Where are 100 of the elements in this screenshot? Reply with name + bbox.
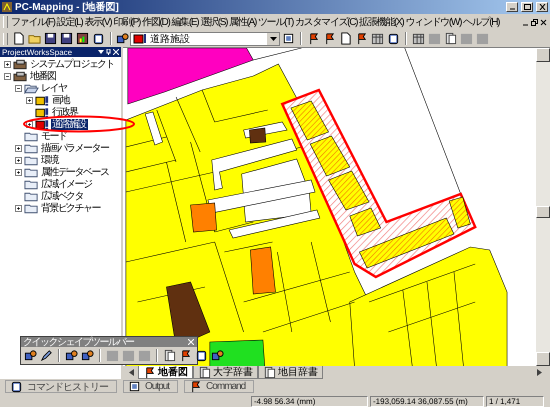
expand-icon[interactable] bbox=[15, 168, 22, 176]
panel-tab[interactable]: コマンドヒストリー bbox=[5, 380, 117, 393]
panel-title: ProjectWorksSpace bbox=[2, 48, 74, 56]
folder-icon bbox=[24, 178, 39, 190]
toolbar-button[interactable] bbox=[443, 31, 458, 46]
toolbar-button[interactable] bbox=[411, 31, 426, 46]
menu-item[interactable]: 選択(S) bbox=[199, 15, 228, 29]
parcel bbox=[250, 246, 276, 294]
dropdown-arrow-icon bbox=[270, 36, 276, 40]
status-field: -4.98 56.34 (mm) bbox=[251, 396, 368, 406]
scroll-left-icon[interactable] bbox=[129, 369, 134, 376]
close-icon[interactable] bbox=[540, 18, 547, 26]
tree-item[interactable]: 属性データベース bbox=[40, 166, 110, 178]
menu-item[interactable]: 表示(V) bbox=[83, 15, 112, 29]
parcel bbox=[190, 202, 217, 232]
table-icon bbox=[106, 349, 119, 362]
folder-icon bbox=[24, 202, 39, 214]
map-tab[interactable]: 大字辞書 bbox=[193, 366, 258, 379]
tree-item[interactable]: モード bbox=[40, 130, 68, 142]
toolbar-button[interactable] bbox=[43, 31, 58, 46]
tree-item[interactable]: 描画パラメーター bbox=[40, 142, 110, 154]
document-icon bbox=[12, 32, 25, 45]
menu-item[interactable]: ファイル(F) bbox=[10, 15, 56, 29]
book-icon bbox=[163, 349, 176, 362]
toolbar-button[interactable] bbox=[281, 31, 296, 46]
layer-icon bbox=[133, 33, 147, 44]
expand-icon[interactable] bbox=[15, 144, 22, 152]
expand-icon[interactable] bbox=[15, 204, 22, 212]
toolbar-button[interactable] bbox=[162, 348, 177, 363]
menu-item[interactable]: ウィンドウ(W) bbox=[404, 15, 462, 29]
close-icon bbox=[538, 4, 546, 10]
expand-icon[interactable] bbox=[4, 60, 11, 68]
road bbox=[144, 112, 163, 146]
folder-icon bbox=[24, 142, 39, 154]
minimize-button[interactable] bbox=[506, 2, 518, 12]
expand-icon[interactable] bbox=[26, 96, 33, 104]
status-field: 1 / 1,471 bbox=[486, 396, 544, 406]
maximize-button[interactable] bbox=[521, 2, 533, 12]
restore-icon[interactable] bbox=[531, 18, 538, 26]
menu-item[interactable]: ヘルプ(H) bbox=[462, 15, 500, 29]
layer-dropdown[interactable]: 道路施設 bbox=[130, 32, 280, 46]
tree-item[interactable]: 画地 bbox=[51, 94, 71, 106]
book-icon bbox=[263, 366, 276, 378]
menu-item[interactable]: 作図(D) bbox=[141, 15, 170, 29]
tree-item[interactable]: レイヤ bbox=[40, 82, 68, 94]
table-icon bbox=[138, 349, 151, 362]
map-tab[interactable]: 地目辞書 bbox=[258, 366, 323, 379]
shape-icon bbox=[81, 349, 94, 362]
pen-icon bbox=[40, 349, 53, 362]
toolbar-title: クイックシェイプツールバー bbox=[23, 336, 135, 349]
menu-item[interactable]: 編集(E) bbox=[170, 15, 200, 29]
tree-item[interactable]: 道路施設 bbox=[51, 118, 88, 130]
collapse-icon[interactable] bbox=[15, 84, 22, 92]
scroll-right-icon[interactable] bbox=[537, 369, 542, 376]
toolbar-button[interactable] bbox=[59, 31, 74, 46]
tree-item[interactable]: 広域イメージ bbox=[40, 178, 94, 190]
menu-item[interactable]: 設定(L) bbox=[56, 15, 84, 29]
tree-item[interactable]: システムプロジェクト bbox=[29, 58, 116, 70]
scrollbar[interactable] bbox=[536, 48, 550, 366]
map-tab[interactable]: 地番図 bbox=[138, 366, 193, 379]
shape-icon bbox=[211, 349, 224, 362]
toolbar-button[interactable] bbox=[23, 348, 38, 363]
dropdown-arrow-icon[interactable] bbox=[98, 50, 104, 54]
toolbar-button[interactable] bbox=[80, 348, 95, 363]
frame-icon bbox=[282, 32, 295, 45]
tree-item[interactable]: 広域ベクタ bbox=[40, 190, 86, 202]
tree-item[interactable]: 地番図 bbox=[29, 70, 58, 82]
collapse-icon[interactable] bbox=[4, 72, 11, 80]
frame-icon bbox=[128, 380, 141, 393]
pin-icon[interactable] bbox=[106, 49, 111, 55]
panel-tab[interactable]: Command bbox=[184, 380, 254, 393]
tree-item[interactable]: 背景ピクチャー bbox=[40, 202, 102, 214]
table-icon bbox=[122, 349, 135, 362]
menu-item[interactable]: 拡張機能(X) bbox=[358, 15, 404, 29]
tree-item[interactable]: 行政界 bbox=[51, 106, 80, 118]
table-icon bbox=[371, 32, 384, 45]
menu-item[interactable]: ツール(T) bbox=[257, 15, 294, 29]
menu-item[interactable]: カスタマイズ(C) bbox=[294, 15, 358, 29]
table-icon bbox=[476, 32, 489, 45]
project-icon bbox=[13, 58, 28, 70]
close-button[interactable] bbox=[536, 2, 548, 12]
toolbar-button[interactable] bbox=[210, 348, 225, 363]
tree-item[interactable]: 環境 bbox=[40, 154, 60, 166]
table-icon bbox=[428, 32, 441, 45]
toolbar-button[interactable] bbox=[370, 31, 385, 46]
menu-item[interactable]: 印刷(P) bbox=[112, 15, 142, 29]
shape-icon bbox=[24, 349, 37, 362]
shape-icon bbox=[116, 32, 129, 45]
folder-icon bbox=[24, 82, 39, 94]
toolbar-button[interactable] bbox=[75, 31, 90, 46]
folder-icon bbox=[24, 190, 39, 202]
menu-item[interactable]: 属性(A) bbox=[228, 15, 258, 29]
book-icon bbox=[444, 32, 457, 45]
shape-icon bbox=[65, 349, 78, 362]
boundary-line bbox=[252, 48, 302, 60]
toolbar-button[interactable] bbox=[39, 348, 54, 363]
panel-tab[interactable]: Output bbox=[123, 380, 178, 393]
folder-icon bbox=[24, 130, 39, 142]
toolbar-button[interactable] bbox=[64, 348, 79, 363]
expand-icon[interactable] bbox=[15, 156, 22, 164]
